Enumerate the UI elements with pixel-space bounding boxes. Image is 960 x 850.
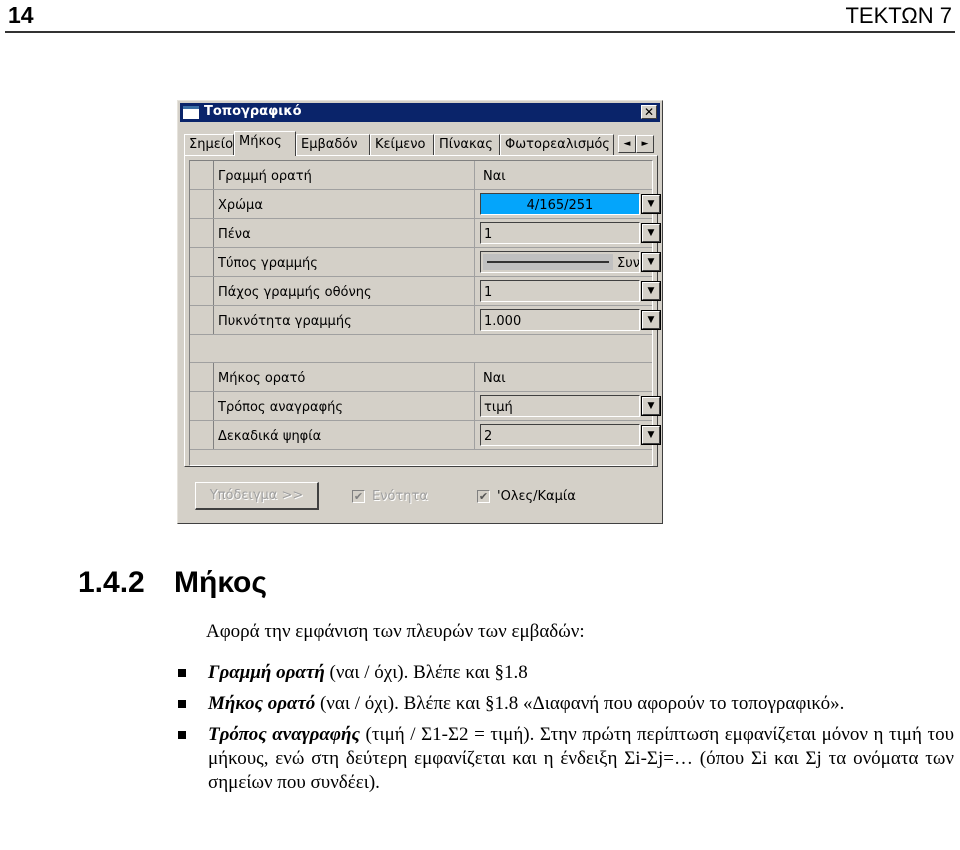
section-title: Μήκος	[174, 566, 267, 599]
linetype-field[interactable]: Συν	[480, 251, 640, 273]
list-item-term: Μήκος ορατό	[208, 693, 316, 714]
template-button[interactable]: Υπόδειγμα >>	[195, 482, 319, 510]
property-label: Χρώμα	[218, 198, 263, 213]
list-item-text: (ναι / όχι). Βλέπε και §1.8	[324, 662, 528, 683]
property-label: Τρόπος αναγραφής	[218, 400, 344, 415]
list-item-term: Γραμμή ορατή	[208, 662, 325, 683]
page-header: 14 ΤΕΚΤΩΝ 7	[0, 0, 960, 40]
section-number: 1.4.2	[78, 566, 145, 599]
list-item-text: (ναι / όχι). Βλέπε και §1.8 «Διαφανή που…	[315, 693, 845, 714]
property-label: Πένα	[218, 227, 251, 242]
bullet-square-icon	[178, 731, 186, 739]
pen-field[interactable]: 1	[480, 222, 640, 244]
screen-line-width-field[interactable]: 1	[480, 280, 640, 302]
tab-scroll-left-button[interactable]: ◄	[618, 135, 636, 153]
dropdown-arrow-icon: ▼	[647, 430, 655, 440]
dropdown-arrow-icon: ▼	[647, 286, 655, 296]
color-field[interactable]: 4/165/251	[480, 193, 640, 215]
property-separator	[190, 335, 652, 363]
tab-table[interactable]: Πίνακας	[434, 134, 500, 155]
tab-text[interactable]: Κείμενο	[370, 134, 434, 155]
running-title: ΤΕΚΤΩΝ 7	[845, 3, 952, 28]
dialog-title: Τοπογραφικό	[204, 104, 302, 119]
arrow-left-icon: ◄	[623, 139, 631, 149]
list-item: Τρόπος αναγραφής (τιμή / Σ1-Σ2 = τιμή). …	[178, 723, 954, 795]
tab-area[interactable]: Εμβαδόν	[296, 134, 370, 155]
tab-panel: Γραμμή ορατή Ναι Χρώμα 4/165/251 ▼ Πένα …	[184, 155, 661, 467]
checkbox-box[interactable]: ✔	[477, 490, 490, 503]
close-button[interactable]: ✕	[641, 105, 657, 119]
all-none-checkbox-label: 'Ολες/Καμία	[497, 489, 576, 504]
screen-line-width-dropdown-button[interactable]: ▼	[641, 281, 661, 301]
window-icon	[183, 106, 199, 119]
property-row: Τρόπος αναγραφής τιμή ▼	[190, 392, 661, 421]
line-visible-value[interactable]: Ναι	[483, 169, 506, 184]
property-row: Μήκος ορατό Ναι	[190, 363, 652, 392]
tab-photorealism[interactable]: Φωτορεαλισμός	[500, 134, 614, 155]
color-dropdown-button[interactable]: ▼	[641, 194, 661, 214]
decimal-digits-field[interactable]: 2	[480, 424, 640, 446]
list-item-term: Τρόπος αναγραφής	[208, 724, 360, 745]
pen-dropdown-button[interactable]: ▼	[641, 223, 661, 243]
bullet-square-icon	[178, 700, 186, 708]
section-heading: 1.4.2 Μήκος	[78, 566, 267, 600]
line-density-dropdown-button[interactable]: ▼	[641, 310, 661, 330]
arrow-right-icon: ►	[641, 139, 649, 149]
property-grid: Γραμμή ορατή Ναι Χρώμα 4/165/251 ▼ Πένα …	[189, 160, 661, 466]
display-mode-field[interactable]: τιμή	[480, 395, 640, 417]
property-row: Πένα 1 ▼	[190, 219, 661, 248]
header-rule	[5, 31, 955, 33]
tab-point[interactable]: Σημείο	[184, 134, 234, 155]
property-label: Δεκαδικά ψηφία	[218, 429, 322, 444]
dropdown-arrow-icon: ▼	[647, 199, 655, 209]
property-label: Πυκνότητα γραμμής	[218, 314, 352, 329]
dropdown-arrow-icon: ▼	[647, 401, 655, 411]
linetype-name: Συν	[617, 256, 640, 271]
topography-dialog: Τοπογραφικό ✕ Σημείο Μήκος Εμβαδόν Κείμε…	[177, 100, 663, 524]
dropdown-arrow-icon: ▼	[647, 315, 655, 325]
display-mode-dropdown-button[interactable]: ▼	[641, 396, 661, 416]
bullet-list: Γραμμή ορατή (ναι / όχι). Βλέπε και §1.8…	[178, 661, 954, 802]
list-item: Γραμμή ορατή (ναι / όχι). Βλέπε και §1.8	[178, 661, 954, 685]
property-label: Μήκος ορατό	[218, 371, 306, 386]
bullet-square-icon	[178, 669, 186, 677]
length-visible-value[interactable]: Ναι	[483, 371, 506, 386]
decimal-digits-dropdown-button[interactable]: ▼	[641, 425, 661, 445]
tab-scroll-right-button[interactable]: ►	[636, 135, 654, 153]
property-row: Δεκαδικά ψηφία 2 ▼	[190, 421, 661, 450]
check-icon: ✔	[353, 490, 364, 503]
check-icon: ✔	[478, 490, 489, 503]
property-label: Τύπος γραμμής	[218, 256, 318, 271]
solid-line-preview	[487, 261, 609, 263]
property-row: Γραμμή ορατή Ναι	[190, 161, 652, 190]
property-row: Πάχος γραμμής οθόνης 1 ▼	[190, 277, 661, 306]
checkbox-box[interactable]: ✔	[352, 490, 365, 503]
list-item: Μήκος ορατό (ναι / όχι). Βλέπε και §1.8 …	[178, 692, 954, 716]
close-icon: ✕	[643, 105, 655, 119]
section-intro: Αφορά την εμφάνιση των πλευρών των εμβαδ…	[206, 621, 585, 642]
property-row: Τύπος γραμμής Συν ▼	[190, 248, 661, 277]
dropdown-arrow-icon: ▼	[647, 228, 655, 238]
dropdown-arrow-icon: ▼	[647, 257, 655, 267]
property-row: Χρώμα 4/165/251 ▼	[190, 190, 661, 219]
line-density-field[interactable]: 1.000	[480, 309, 640, 331]
page-number: 14	[8, 2, 34, 28]
property-row: Πυκνότητα γραμμής 1.000 ▼	[190, 306, 661, 335]
unit-checkbox-label: Ενότητα	[372, 489, 428, 504]
tab-bar: Σημείο Μήκος Εμβαδόν Κείμενο Πίνακας Φωτ…	[184, 131, 656, 156]
title-bar[interactable]: Τοπογραφικό ✕	[180, 103, 660, 122]
property-label: Γραμμή ορατή	[218, 169, 312, 184]
linetype-dropdown-button[interactable]: ▼	[641, 252, 661, 272]
property-label: Πάχος γραμμής οθόνης	[218, 285, 372, 300]
linetype-swatch	[483, 254, 613, 270]
tab-length[interactable]: Μήκος	[234, 131, 296, 156]
